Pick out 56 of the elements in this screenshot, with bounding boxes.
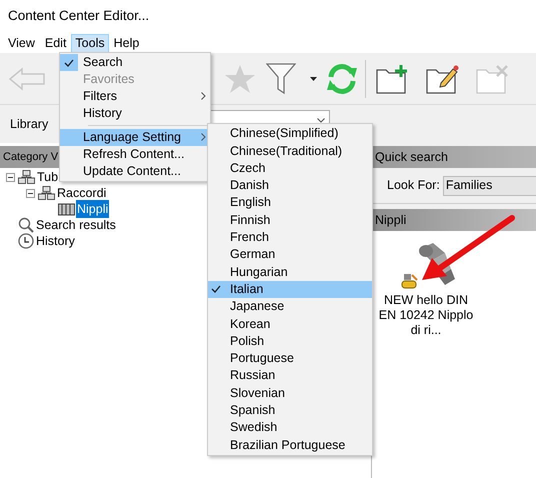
clock-icon — [18, 233, 34, 249]
tree-item[interactable]: Nippli — [76, 200, 110, 218]
menu-item[interactable]: Danish — [208, 176, 372, 194]
panel-header: Quick search — [375, 148, 448, 166]
window-title: Content Center Editor... — [8, 7, 150, 26]
menu-item[interactable]: Korean — [208, 315, 372, 333]
menu-item[interactable]: Japanese — [208, 298, 372, 316]
family-badge-icon — [401, 273, 419, 289]
folder-plus-icon[interactable] — [376, 64, 409, 94]
filter-icon[interactable] — [266, 62, 296, 94]
menu-item[interactable]: English — [208, 194, 372, 212]
library-label: Library — [10, 116, 48, 133]
menu-item[interactable]: Hungarian — [208, 263, 372, 281]
menu-item[interactable]: Russian — [208, 367, 372, 384]
menu-item[interactable]: View — [3, 34, 40, 52]
menu-item[interactable]: Swedish — [208, 419, 372, 436]
part-icon — [58, 202, 75, 216]
check-icon — [211, 284, 221, 293]
check-icon — [60, 54, 78, 71]
menu-item[interactable]: Czech — [208, 160, 372, 177]
menu-item[interactable]: Italian — [208, 280, 372, 298]
menu-item[interactable]: Help — [108, 34, 144, 52]
look-for-dropdown[interactable]: Families — [442, 176, 536, 196]
menu-item[interactable]: Slovenian — [208, 384, 372, 402]
tree-item[interactable]: History — [35, 232, 76, 250]
menu-item[interactable]: Tools — [71, 34, 109, 52]
menu-item[interactable]: French — [208, 228, 372, 246]
expander-icon[interactable] — [26, 188, 35, 198]
panel-header: Category V — [3, 150, 58, 165]
menu-item[interactable]: Edit — [40, 34, 72, 52]
panel-header: Nippli — [375, 212, 406, 229]
look-for-label: Look For: — [387, 177, 440, 194]
menu-item[interactable]: Brazilian Portuguese — [208, 436, 372, 454]
dropdown-caret-icon[interactable] — [310, 76, 317, 80]
tree-item[interactable]: Raccordi — [56, 184, 108, 202]
menu-item[interactable]: Language Setting — [60, 129, 210, 146]
menu-item[interactable]: Chinese(Traditional) — [208, 142, 372, 160]
menu-item[interactable]: Chinese(Simplified) — [208, 125, 372, 142]
menu-item[interactable]: Finnish — [208, 211, 372, 229]
menu-item[interactable]: Search — [60, 54, 210, 71]
item-label[interactable]: NEW hello DIN EN 10242 Nipplo di ri... — [376, 293, 476, 338]
menu-item[interactable]: Portuguese — [208, 350, 372, 368]
assembly-icon — [38, 186, 55, 200]
tree-item[interactable]: Search results — [35, 216, 117, 234]
menu-item[interactable]: History — [60, 105, 210, 122]
assembly-icon — [18, 170, 35, 184]
menu-item[interactable]: Polish — [208, 332, 372, 350]
menu-item[interactable]: Filters — [60, 88, 210, 105]
folder-pencil-icon[interactable] — [426, 64, 459, 94]
menu-item[interactable]: German — [208, 246, 372, 264]
chevron-icon — [317, 118, 325, 123]
menu-item[interactable]: Spanish — [208, 402, 372, 420]
expander-icon[interactable] — [6, 172, 15, 182]
search-icon — [18, 217, 34, 233]
menu-item[interactable]: Refresh Content... — [60, 146, 210, 163]
menu-item[interactable]: Update Content... — [60, 163, 210, 180]
